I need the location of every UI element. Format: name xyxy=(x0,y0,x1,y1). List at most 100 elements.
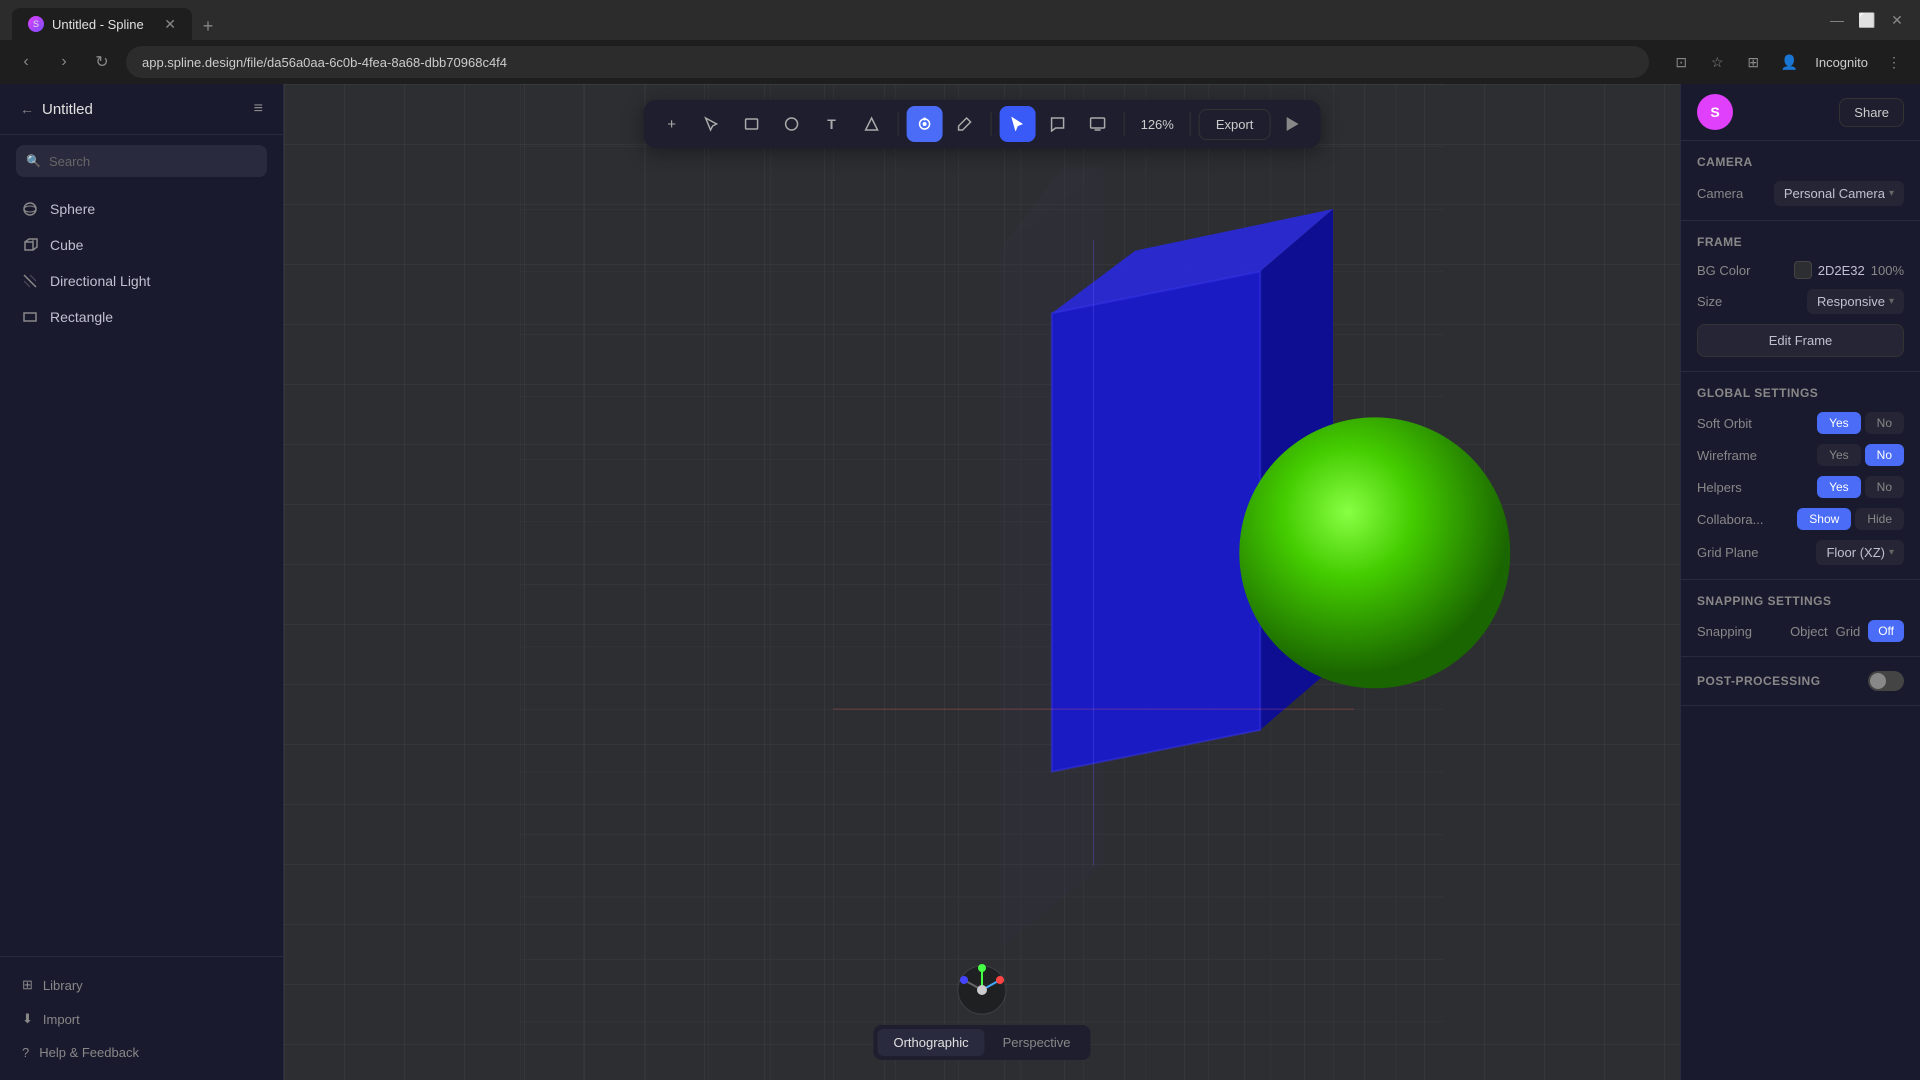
text-tool-btn[interactable]: T xyxy=(814,106,850,142)
back-arrow-btn[interactable]: ← xyxy=(20,101,34,117)
color-row: 2D2E32 100% xyxy=(1794,261,1904,279)
tab-close-btn[interactable]: ✕ xyxy=(164,16,176,33)
sidebar-menu-btn[interactable]: ≡ xyxy=(254,100,263,118)
post-processing-row: Post-Processing xyxy=(1697,671,1904,691)
scene-item-sphere[interactable]: Sphere xyxy=(0,191,283,227)
sphere-icon xyxy=(20,199,40,219)
play-btn[interactable] xyxy=(1274,106,1310,142)
right-panel: S Share Camera Camera Personal Camera ▾ … xyxy=(1680,84,1920,1080)
user-avatar: S xyxy=(1697,94,1733,130)
snapping-object-btn[interactable]: Object xyxy=(1790,624,1828,639)
minimize-btn[interactable]: — xyxy=(1826,9,1848,31)
size-dropdown[interactable]: Responsive ▾ xyxy=(1807,289,1904,314)
help-icon: ? xyxy=(22,1045,29,1060)
wireframe-yes-btn[interactable]: Yes xyxy=(1817,444,1861,466)
library-btn[interactable]: ⊞ Library xyxy=(16,969,267,1001)
star-icon[interactable]: ☆ xyxy=(1703,48,1731,76)
scene-item-rectangle[interactable]: Rectangle xyxy=(0,299,283,335)
perspective-btn[interactable]: Perspective xyxy=(987,1029,1087,1056)
main-canvas[interactable]: + T xyxy=(284,84,1680,1080)
app-container: ← Untitled ≡ 🔍 Search Sphere xyxy=(0,84,1920,1080)
toolbar-sep-4 xyxy=(1190,112,1191,136)
active-tab[interactable]: S Untitled - Spline ✕ xyxy=(12,8,192,40)
snapping-section: Snapping Settings Snapping Object Grid O… xyxy=(1681,580,1920,657)
scene-item-cube[interactable]: Cube xyxy=(0,227,283,263)
menu-icon[interactable]: ⋮ xyxy=(1880,48,1908,76)
rectangle-tool-btn[interactable] xyxy=(734,106,770,142)
light-label: Directional Light xyxy=(50,273,150,289)
sphere-label: Sphere xyxy=(50,201,95,217)
refresh-btn[interactable]: ↻ xyxy=(88,48,116,76)
collabora-hide-btn[interactable]: Hide xyxy=(1855,508,1904,530)
collabora-show-btn[interactable]: Show xyxy=(1797,508,1851,530)
soft-orbit-yes-btn[interactable]: Yes xyxy=(1817,412,1861,434)
import-label: Import xyxy=(43,1012,80,1027)
help-btn[interactable]: ? Help & Feedback xyxy=(16,1037,267,1068)
export-btn[interactable]: Export xyxy=(1199,109,1271,140)
camera-dropdown[interactable]: Personal Camera ▾ xyxy=(1774,181,1904,206)
library-label: Library xyxy=(43,978,83,993)
camera-section: Camera Camera Personal Camera ▾ xyxy=(1681,141,1920,221)
toolbar-sep-3 xyxy=(1124,112,1125,136)
helpers-no-btn[interactable]: No xyxy=(1865,476,1904,498)
toolbar-sep-1 xyxy=(898,112,899,136)
new-tab-btn[interactable]: + xyxy=(194,12,222,40)
size-row: Size Responsive ▾ xyxy=(1697,289,1904,314)
add-tool-btn[interactable]: + xyxy=(654,106,690,142)
camera-chevron-down-icon: ▾ xyxy=(1889,188,1894,199)
pen-tool-btn[interactable] xyxy=(947,106,983,142)
camera-label: Camera xyxy=(1697,186,1743,201)
screen-tool-btn[interactable] xyxy=(1080,106,1116,142)
sphere-3d-shape xyxy=(1239,417,1510,688)
wireframe-no-btn[interactable]: No xyxy=(1865,444,1904,466)
snapping-off-btn[interactable]: Off xyxy=(1868,620,1904,642)
wireframe-label: Wireframe xyxy=(1697,448,1757,463)
collabora-row: Collabora... Show Hide xyxy=(1697,508,1904,530)
soft-orbit-row: Soft Orbit Yes No xyxy=(1697,412,1904,434)
toolbar: + T xyxy=(644,100,1321,148)
edit-frame-btn[interactable]: Edit Frame xyxy=(1697,324,1904,357)
extension-icon[interactable]: ⊞ xyxy=(1739,48,1767,76)
sidebar-bottom: ⊞ Library ⬇ Import ? Help & Feedback xyxy=(0,956,283,1080)
soft-orbit-toggle: Yes No xyxy=(1817,412,1904,434)
panel-topbar: S Share xyxy=(1681,84,1920,141)
shape-tool-btn[interactable] xyxy=(854,106,890,142)
select-tool-btn[interactable] xyxy=(694,106,730,142)
import-icon: ⬇ xyxy=(22,1011,33,1027)
collabora-label: Collabora... xyxy=(1697,512,1763,527)
project-title: Untitled xyxy=(42,101,93,118)
snapping-grid-btn[interactable]: Grid xyxy=(1836,624,1861,639)
bg-color-swatch[interactable] xyxy=(1794,261,1812,279)
global-settings-title: Global Settings xyxy=(1697,386,1904,400)
camera-section-title: Camera xyxy=(1697,155,1904,169)
grid-plane-dropdown[interactable]: Floor (XZ) ▾ xyxy=(1816,540,1904,565)
profile-icon[interactable]: 👤 xyxy=(1775,48,1803,76)
snapping-label: Snapping xyxy=(1697,624,1752,639)
forward-btn[interactable]: › xyxy=(50,48,78,76)
share-btn[interactable]: Share xyxy=(1839,98,1904,127)
frame-section-title: Frame xyxy=(1697,235,1904,249)
maximize-btn[interactable]: ⬜ xyxy=(1856,9,1878,31)
pointer-tool-btn[interactable] xyxy=(1000,106,1036,142)
browser-titlebar: S Untitled - Spline ✕ + — ⬜ ✕ xyxy=(0,0,1920,40)
post-processing-toggle[interactable] xyxy=(1868,671,1904,691)
helpers-yes-btn[interactable]: Yes xyxy=(1817,476,1861,498)
address-bar[interactable]: app.spline.design/file/da56a0aa-6c0b-4fe… xyxy=(126,46,1649,78)
search-box[interactable]: 🔍 Search xyxy=(16,145,267,177)
close-btn[interactable]: ✕ xyxy=(1886,9,1908,31)
snapping-section-title: Snapping Settings xyxy=(1697,594,1904,608)
helpers-row: Helpers Yes No xyxy=(1697,476,1904,498)
scene-item-light[interactable]: Directional Light xyxy=(0,263,283,299)
grid-plane-chevron-down-icon: ▾ xyxy=(1889,547,1894,558)
orthographic-btn[interactable]: Orthographic xyxy=(877,1029,984,1056)
frame-section: Frame BG Color 2D2E32 100% Size Responsi… xyxy=(1681,221,1920,372)
collabora-toggle: Show Hide xyxy=(1797,508,1904,530)
wireframe-toggle: Yes No xyxy=(1817,444,1904,466)
circle-tool-btn[interactable] xyxy=(774,106,810,142)
back-btn[interactable]: ‹ xyxy=(12,48,40,76)
soft-orbit-no-btn[interactable]: No xyxy=(1865,412,1904,434)
snapping-row: Snapping Object Grid Off xyxy=(1697,620,1904,642)
import-btn[interactable]: ⬇ Import xyxy=(16,1003,267,1035)
comment-tool-btn[interactable] xyxy=(1040,106,1076,142)
orbit-tool-btn[interactable] xyxy=(907,106,943,142)
